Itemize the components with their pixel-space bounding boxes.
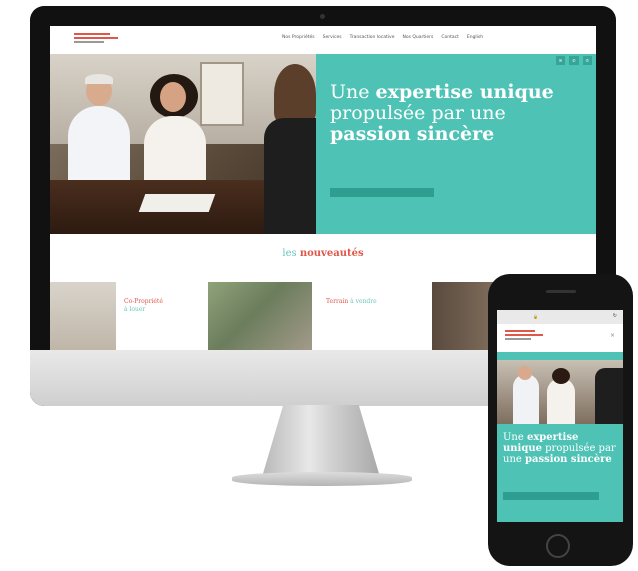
- mobile-hero-title: Une expertise unique propulsée par une p…: [503, 432, 616, 465]
- monitor-base: [232, 472, 412, 486]
- mobile-hero-panel: Une expertise unique propulsée par une p…: [497, 424, 623, 522]
- nav-item-rental[interactable]: Transaction locative: [350, 35, 395, 40]
- mobile-screen: 🔒 ↻ × Une expertise unique propulsée par…: [497, 310, 623, 522]
- close-icon[interactable]: ×: [610, 332, 615, 339]
- reload-icon[interactable]: ↻: [613, 313, 617, 319]
- mobile-hero-photo: [497, 360, 623, 424]
- phone-speaker: [546, 290, 576, 293]
- listing-card-1[interactable]: Co-Propriété à louer: [116, 282, 202, 350]
- mobile-logo[interactable]: [505, 330, 555, 342]
- listing-card-2[interactable]: Terrain à vendre: [318, 282, 426, 350]
- nav-item-language[interactable]: English: [467, 35, 483, 40]
- hero-title: Une expertise unique propulsée par une p…: [330, 81, 554, 145]
- nav-item-services[interactable]: Services: [323, 35, 342, 40]
- listing-title-1: Co-Propriété à louer: [124, 298, 163, 313]
- listing-image-1[interactable]: [50, 282, 116, 350]
- site-header: Nos Propriétés Services Transaction loca…: [50, 26, 596, 54]
- home-button[interactable]: [546, 534, 570, 558]
- main-nav: Nos Propriétés Services Transaction loca…: [282, 35, 483, 40]
- nav-item-contact[interactable]: Contact: [441, 35, 459, 40]
- listing-title-2: Terrain à vendre: [326, 298, 377, 305]
- listing-image-2[interactable]: [208, 282, 312, 350]
- hero-photo: [50, 54, 324, 234]
- contact-phone[interactable]: ✆: [569, 56, 579, 65]
- contact-bar: ✉ ✆ ✆: [555, 56, 592, 65]
- lock-icon: 🔒: [533, 314, 538, 319]
- mobile-phone: 🔒 ↻ × Une expertise unique propulsée par…: [488, 274, 633, 566]
- browser-url-bar[interactable]: 🔒 ↻: [497, 310, 623, 324]
- hero-panel: ✉ ✆ ✆ Une expertise unique propulsée par…: [316, 54, 596, 234]
- mobile-contact-bar: [497, 352, 623, 360]
- contact-email[interactable]: ✉: [555, 56, 566, 65]
- nav-item-neighbourhoods[interactable]: Nos Quartiers: [402, 35, 433, 40]
- contact-phone-2[interactable]: ✆: [582, 56, 592, 65]
- section-title: les nouveautés: [282, 248, 364, 259]
- monitor-stand: [262, 405, 380, 477]
- camera: [320, 14, 325, 19]
- nav-item-properties[interactable]: Nos Propriétés: [282, 35, 315, 40]
- hero: ✉ ✆ ✆ Une expertise unique propulsée par…: [50, 54, 596, 234]
- mobile-cta-button[interactable]: [503, 492, 599, 500]
- hero-cta-button[interactable]: [330, 188, 434, 197]
- site-logo[interactable]: [74, 33, 134, 49]
